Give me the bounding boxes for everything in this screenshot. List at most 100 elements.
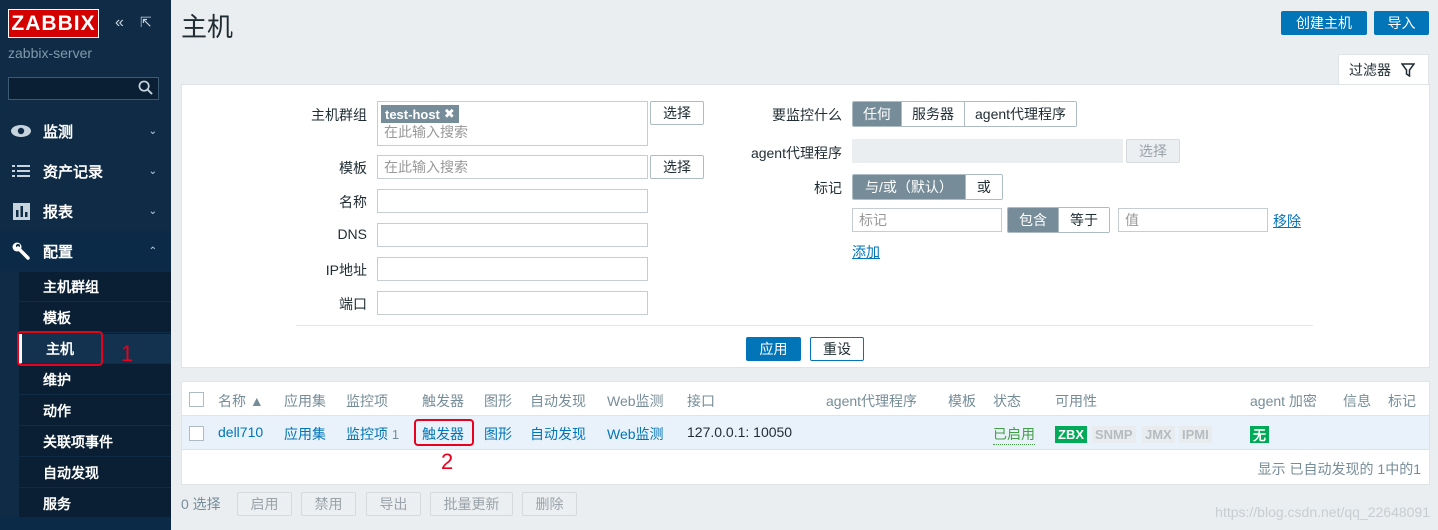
name-input[interactable] xyxy=(377,189,648,213)
host-name-link[interactable]: dell710 xyxy=(218,424,263,440)
applications-link[interactable]: 应用集 xyxy=(284,424,326,444)
submenu-event-correlation[interactable]: 关联项事件 xyxy=(19,427,171,457)
add-tag-link[interactable]: 添加 xyxy=(852,242,880,262)
template-select-button[interactable]: 选择 xyxy=(650,155,704,179)
tag-mode-and-or[interactable]: 与/或（默认） xyxy=(853,175,966,199)
header-encryption: agent 加密 xyxy=(1250,393,1317,409)
table-summary: 显示 已自动发现的 1中的1 xyxy=(1257,461,1421,477)
template-input[interactable]: 在此输入搜索 xyxy=(377,155,648,179)
search-icon[interactable] xyxy=(138,80,153,95)
encryption-none-badge: 无 xyxy=(1250,426,1270,443)
monitored-by-proxy[interactable]: agent代理程序 xyxy=(965,102,1077,126)
annotation-number-2: 2 xyxy=(441,449,454,474)
tag-mode-or[interactable]: 或 xyxy=(965,175,1002,199)
menu-reports[interactable]: 报表 ⌄ xyxy=(0,191,171,231)
header-discovery: 自动发现 xyxy=(530,393,586,409)
monitored-by-any[interactable]: 任何 xyxy=(853,102,902,126)
disable-button: 禁用 xyxy=(301,492,356,516)
status-enabled-link[interactable]: 已启用 xyxy=(993,424,1035,445)
tag-value-input[interactable]: 值 xyxy=(1118,208,1268,232)
hostgroup-tag: test-host ✖ xyxy=(381,105,459,123)
mass-update-button: 批量更新 xyxy=(430,492,513,516)
export-button: 导出 xyxy=(366,492,421,516)
kiosk-mode-icon[interactable]: ⇱ xyxy=(140,14,152,31)
wrench-icon xyxy=(10,242,32,260)
table-row: dell710 应用集 监控项 1 触发器 图形 自动发现 Web监测 127.… xyxy=(182,415,1429,450)
availability-snmp: SNMP xyxy=(1092,426,1136,443)
list-icon xyxy=(10,164,32,178)
menu-inventory[interactable]: 资产记录 ⌄ xyxy=(0,151,171,191)
items-link[interactable]: 监控项 xyxy=(346,426,388,442)
ip-input[interactable] xyxy=(377,257,648,281)
page-title: 主机 xyxy=(181,12,234,42)
monitored-by-server[interactable]: 服务器 xyxy=(902,102,965,126)
items-count: 1 xyxy=(391,427,400,442)
header-availability: 可用性 xyxy=(1055,393,1097,409)
filter-tab-label: 过滤器 xyxy=(1349,62,1391,78)
create-host-button[interactable]: 创建主机 xyxy=(1281,11,1367,35)
submenu-host-groups[interactable]: 主机群组 xyxy=(19,272,171,302)
header-triggers: 触发器 xyxy=(422,393,464,409)
proxy-input-disabled xyxy=(852,139,1123,163)
menu-configuration[interactable]: 配置 ⌃ xyxy=(0,231,171,271)
menu-label: 监测 xyxy=(43,123,74,141)
discovery-link[interactable]: 自动发现 xyxy=(530,424,586,444)
main-content: 主机 创建主机 导入 过滤器 主机群组 test-host ✖ 在此输入搜索 选择… xyxy=(171,0,1438,530)
submenu-discovery[interactable]: 自动发现 xyxy=(19,458,171,488)
filter-panel: 主机群组 test-host ✖ 在此输入搜索 选择 模板 在此输入搜索 选择 名… xyxy=(181,84,1430,368)
bar-chart-icon xyxy=(10,202,32,220)
dns-label: DNS xyxy=(337,226,367,242)
interface-cell: 127.0.0.1: 10050 xyxy=(687,424,793,440)
tag-name-input[interactable]: 标记 xyxy=(852,208,1002,232)
header-applications: 应用集 xyxy=(284,393,326,409)
reset-button[interactable]: 重设 xyxy=(810,337,864,361)
hosts-table: 名称 ▲ 应用集 监控项 触发器 图形 自动发现 Web监测 接口 agent代… xyxy=(181,381,1430,485)
sidebar: ZABBIX « ⇱ zabbix-server 监测 ⌄ 资产记录 ⌄ 报表 … xyxy=(0,0,171,530)
chevron-up-icon: ⌃ xyxy=(148,245,157,257)
menu-label: 报表 xyxy=(43,203,74,221)
header-items: 监控项 xyxy=(346,393,388,409)
header-status[interactable]: 状态 xyxy=(993,391,1021,411)
row-checkbox[interactable] xyxy=(189,426,204,441)
delete-button: 删除 xyxy=(522,492,577,516)
availability-ipmi: IPMI xyxy=(1179,426,1212,443)
watermark: https://blog.csdn.net/qq_22648091 xyxy=(1215,504,1430,520)
tag-operator-toggle: 包含 等于 xyxy=(1007,207,1110,233)
graphs-link[interactable]: 图形 xyxy=(484,424,512,444)
dns-input[interactable] xyxy=(377,223,648,247)
sidebar-search-input[interactable] xyxy=(8,77,159,100)
remove-tag-icon[interactable]: ✖ xyxy=(444,106,455,122)
submenu-actions[interactable]: 动作 xyxy=(19,396,171,426)
select-all-checkbox[interactable] xyxy=(189,392,204,407)
hostgroup-multiselect[interactable]: test-host ✖ 在此输入搜索 xyxy=(377,101,648,146)
chevron-down-icon: ⌄ xyxy=(148,165,157,177)
filter-tab[interactable]: 过滤器 xyxy=(1338,54,1429,85)
availability-jmx: JMX xyxy=(1142,426,1175,443)
header-proxy: agent代理程序 xyxy=(826,393,918,409)
chevron-down-icon: ⌄ xyxy=(148,205,157,217)
submenu-services[interactable]: 服务 xyxy=(19,489,171,519)
annotation-number-1: 1 xyxy=(121,341,134,366)
apply-button[interactable]: 应用 xyxy=(746,337,801,361)
collapse-sidebar-icon[interactable]: « xyxy=(115,14,124,32)
remove-tag-link[interactable]: 移除 xyxy=(1273,211,1301,231)
header-name[interactable]: 名称 ▲ xyxy=(218,391,264,411)
import-button[interactable]: 导入 xyxy=(1374,11,1429,35)
header-interface: 接口 xyxy=(687,393,715,409)
header-graphs: 图形 xyxy=(484,393,512,409)
tag-op-equals[interactable]: 等于 xyxy=(1059,208,1109,232)
annotation-box-triggers xyxy=(414,419,474,446)
hostgroup-select-button[interactable]: 选择 xyxy=(650,101,704,125)
header-web: Web监测 xyxy=(607,393,664,409)
proxy-select-button: 选择 xyxy=(1126,139,1180,163)
port-label: 端口 xyxy=(339,296,367,312)
tag-op-contains[interactable]: 包含 xyxy=(1008,208,1059,232)
annotation-box-hosts xyxy=(17,331,103,366)
port-input[interactable] xyxy=(377,291,648,315)
zabbix-logo[interactable]: ZABBIX xyxy=(8,9,99,38)
submenu-maintenance[interactable]: 维护 xyxy=(19,365,171,395)
submenu-templates[interactable]: 模板 xyxy=(19,303,171,333)
web-link[interactable]: Web监测 xyxy=(607,424,664,444)
menu-monitoring[interactable]: 监测 ⌄ xyxy=(0,111,171,151)
monitored-by-label: 要监控什么 xyxy=(772,107,842,123)
